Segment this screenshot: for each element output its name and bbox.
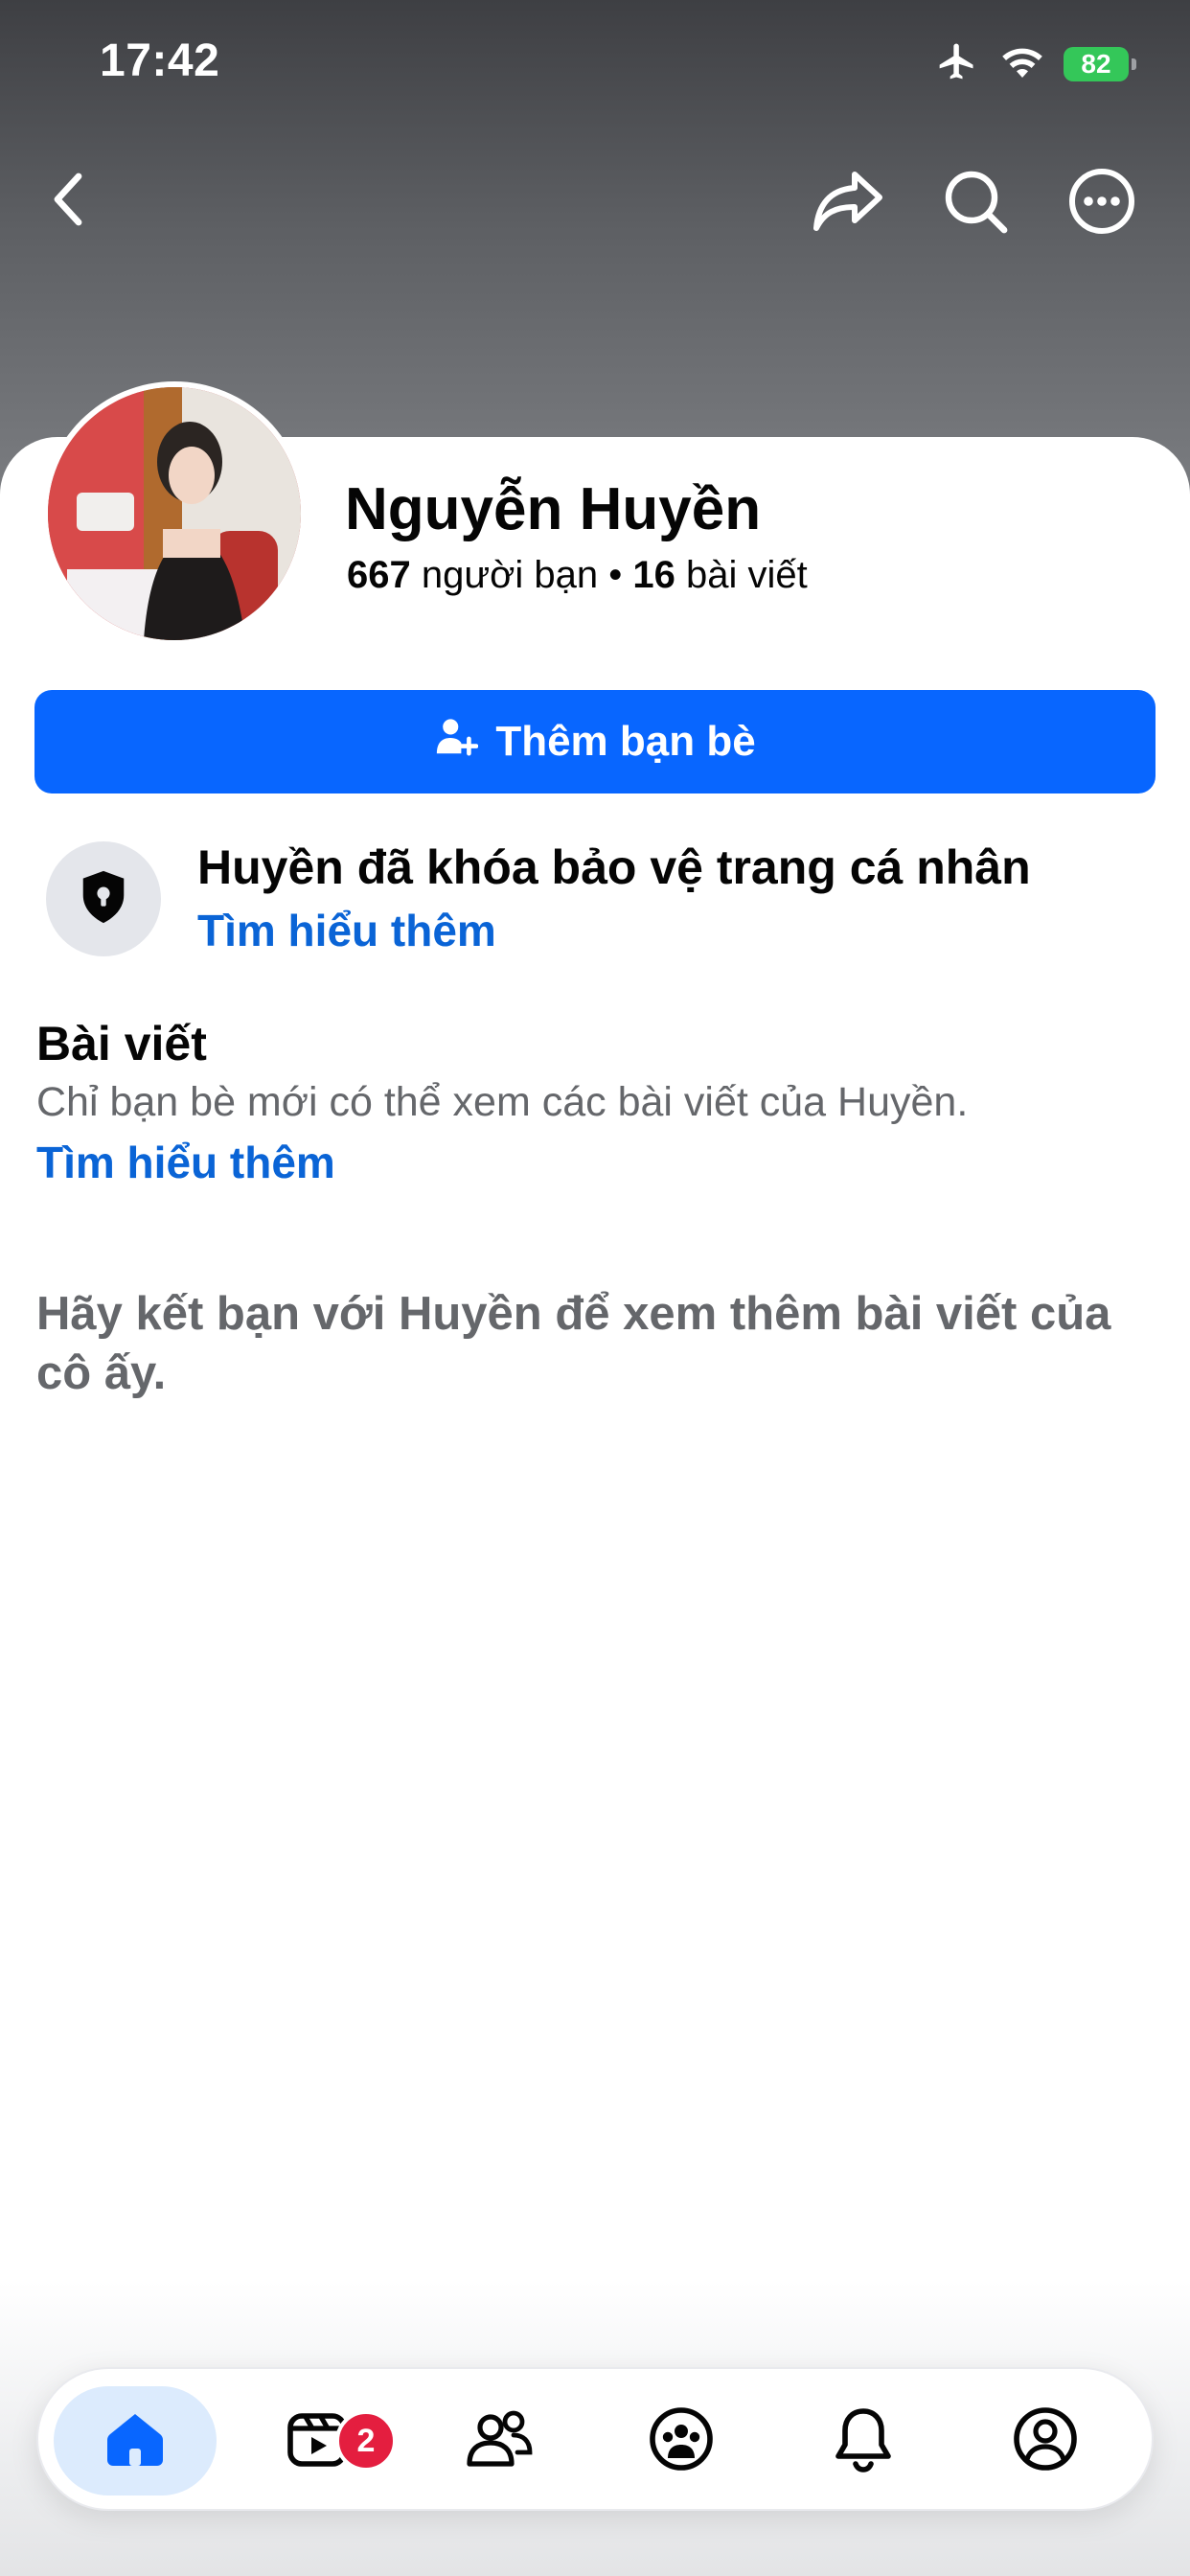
tab-groups[interactable] <box>600 2386 763 2496</box>
posts-count: 16 <box>632 554 675 596</box>
friend-hint: Hãy kết bạn với Huyền để xem thêm bài vi… <box>36 1288 1111 1399</box>
avatar-photo <box>48 387 301 640</box>
profile-stats: 667 người bạn • 16 bài viết <box>347 554 808 597</box>
more-icon[interactable] <box>1064 163 1140 240</box>
tab-profile[interactable] <box>964 2386 1127 2496</box>
avatar[interactable] <box>42 381 307 646</box>
battery-icon: 82 <box>1064 46 1136 81</box>
groups-icon <box>647 2404 716 2478</box>
tab-notifications[interactable] <box>782 2386 945 2496</box>
privacy-icon-wrap <box>46 841 161 956</box>
bell-icon <box>830 2404 897 2478</box>
wifi-icon <box>998 42 1046 85</box>
privacy-learn-more-link[interactable]: Tìm hiểu thêm <box>197 905 496 956</box>
add-friend-label: Thêm bạn bè <box>495 718 756 765</box>
bottom-tab-bar: 2 <box>36 2367 1154 2511</box>
tab-friends[interactable] <box>418 2386 581 2496</box>
status-icons: 82 <box>933 40 1136 87</box>
shield-lock-icon <box>79 869 128 930</box>
friends-icon <box>464 2404 535 2478</box>
privacy-title: Huyền đã khóa bảo vệ trang cá nhân <box>197 840 1031 894</box>
friends-label[interactable]: người bạn <box>422 554 598 596</box>
airplane-icon <box>933 40 981 87</box>
tab-video[interactable]: 2 <box>236 2386 399 2496</box>
battery-level: 82 <box>1081 48 1111 79</box>
share-icon[interactable] <box>811 163 887 240</box>
posts-label: bài viết <box>686 554 808 596</box>
person-add-icon <box>434 715 479 770</box>
posts-section-title: Bài viết <box>36 1017 207 1070</box>
video-badge: 2 <box>335 2410 397 2472</box>
back-icon[interactable] <box>38 169 100 230</box>
tab-home[interactable] <box>54 2386 217 2496</box>
status-time: 17:42 <box>100 35 220 86</box>
home-icon <box>101 2404 170 2478</box>
friends-count: 667 <box>347 554 411 596</box>
stats-separator: • <box>608 554 623 596</box>
posts-learn-more-link[interactable]: Tìm hiểu thêm <box>36 1137 335 1188</box>
add-friend-button[interactable]: Thêm bạn bè <box>34 690 1156 794</box>
profile-icon <box>1011 2404 1080 2478</box>
posts-section-description: Chỉ bạn bè mới có thể xem các bài viết c… <box>36 1079 969 1125</box>
profile-name: Nguyễn Huyền <box>345 476 762 542</box>
search-icon[interactable] <box>937 163 1014 240</box>
